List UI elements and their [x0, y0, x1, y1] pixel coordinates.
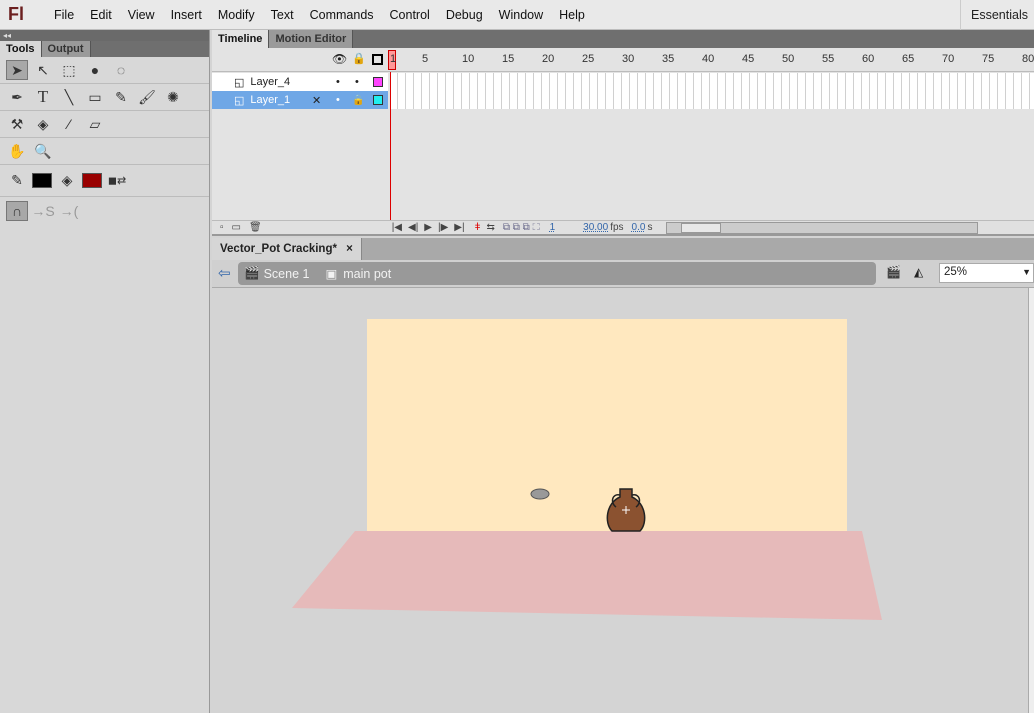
pot-shape [606, 488, 646, 532]
stage-scrollbar[interactable] [1028, 288, 1034, 713]
stage-artwork [292, 488, 882, 620]
floor-shape [292, 531, 882, 620]
rock-shape [530, 488, 550, 500]
